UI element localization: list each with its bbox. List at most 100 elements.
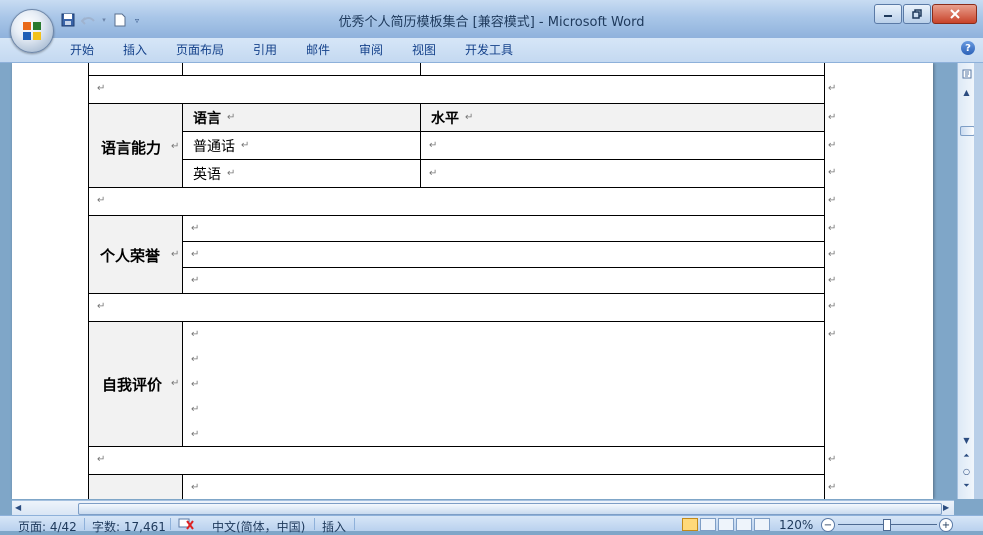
tab-developer[interactable]: 开发工具 — [465, 41, 513, 58]
language-ability-label-cell[interactable]: 语言能力 ↵ — [88, 103, 183, 188]
end-of-row-mark: ↵ — [828, 112, 837, 123]
paragraph-mark: ↵ — [191, 223, 200, 234]
tab-references[interactable]: 引用 — [253, 41, 277, 58]
status-divider — [354, 518, 355, 530]
outline-view-icon[interactable] — [736, 518, 752, 531]
table-header-level[interactable]: 水平 ↵ — [420, 103, 825, 132]
end-of-row-mark: ↵ — [828, 454, 837, 465]
horizontal-scroll-thumb[interactable] — [78, 503, 942, 515]
paragraph-mark: ↵ — [191, 379, 200, 390]
window-controls — [874, 4, 977, 24]
table-row[interactable]: ↵ — [182, 241, 825, 268]
office-button-icon — [23, 22, 41, 40]
prev-page-icon[interactable]: ⏶ — [959, 449, 974, 463]
close-icon[interactable] — [932, 4, 977, 24]
end-of-row-mark: ↵ — [828, 329, 837, 340]
window-title: 优秀个人简历模板集合 [兼容模式] - Microsoft Word — [338, 15, 645, 30]
end-of-row-mark: ↵ — [828, 482, 837, 493]
honors-label: 个人荣誉 — [100, 247, 161, 265]
table-row[interactable]: 英语 ↵ — [182, 159, 421, 188]
paragraph-mark: ↵ — [241, 140, 250, 151]
paragraph-mark: ↵ — [97, 301, 106, 312]
minimize-icon[interactable] — [874, 4, 902, 24]
honors-label-cell[interactable]: 个人荣誉 ↵ — [88, 215, 183, 294]
zoom-slider-knob[interactable] — [883, 519, 891, 531]
title-bar: ▾ ▿ 优秀个人简历模板集合 [兼容模式] - Microsoft Word — [0, 0, 983, 38]
self-evaluation-label-cell[interactable]: 自我评价 ↵ — [88, 321, 183, 447]
vertical-scrollbar[interactable]: ▲ ▼ ⏶ ○ ⏷ — [957, 63, 975, 499]
horizontal-scrollbar[interactable]: ◀ ▶ — [12, 500, 954, 516]
end-of-row-mark: ↵ — [828, 195, 837, 206]
paragraph-mark: ↵ — [429, 140, 438, 151]
table-row[interactable]: ↵ — [420, 131, 825, 160]
table-row[interactable]: ↵ — [182, 215, 825, 242]
document-area: ↵ ↵ 语言能力 ↵ 语言 ↵ 水平 ↵ ↵ 普通话 ↵ ↵ ↵ 英语 ↵ ↵ … — [0, 63, 957, 499]
paragraph-mark: ↵ — [429, 168, 438, 179]
self-evaluation-label: 自我评价 — [102, 376, 163, 394]
spacer-row[interactable]: ↵ — [88, 446, 825, 475]
scroll-down-icon[interactable]: ▼ — [959, 433, 974, 447]
scroll-up-icon[interactable]: ▲ — [959, 85, 974, 99]
paragraph-mark: ↵ — [191, 249, 200, 260]
end-of-row-mark: ↵ — [828, 249, 837, 260]
table-row[interactable]: 普通话 ↵ — [182, 131, 421, 160]
paragraph-mark: ↵ — [171, 378, 180, 389]
paragraph-mark: ↵ — [97, 454, 106, 465]
table-row[interactable]: ↵ — [182, 474, 825, 499]
paragraph-mark: ↵ — [227, 112, 236, 123]
end-of-row-mark: ↵ — [828, 301, 837, 312]
ruler-toggle-icon[interactable] — [959, 67, 974, 81]
paragraph-mark: ↵ — [227, 168, 236, 179]
insert-mode-indicator[interactable]: 插入 — [322, 518, 346, 535]
paragraph-mark: ↵ — [191, 404, 200, 415]
tab-mailings[interactable]: 邮件 — [306, 41, 330, 58]
header-language-text: 语言 — [193, 111, 221, 127]
tab-home[interactable]: 开始 — [70, 41, 94, 58]
end-of-row-mark: ↵ — [828, 167, 837, 178]
scroll-left-icon[interactable]: ◀ — [15, 503, 21, 512]
help-icon[interactable]: ? — [961, 41, 975, 55]
browse-object-icon[interactable]: ○ — [959, 464, 974, 478]
print-layout-view-icon[interactable] — [682, 518, 698, 531]
window-edge — [974, 63, 983, 499]
language-indicator[interactable]: 中文(简体，中国) — [212, 518, 305, 535]
table-row[interactable]: ↵ — [182, 267, 825, 294]
table-row[interactable]: ↵ — [420, 159, 825, 188]
paragraph-mark: ↵ — [465, 112, 474, 123]
paragraph-mark: ↵ — [191, 429, 200, 440]
status-divider — [314, 518, 315, 530]
paragraph-mark: ↵ — [191, 354, 200, 365]
proofing-error-icon[interactable] — [178, 518, 194, 533]
scroll-thumb[interactable] — [960, 126, 975, 136]
spacer-row[interactable]: ↵ — [88, 187, 825, 216]
language-cell: 英语 — [193, 167, 221, 183]
self-evaluation-content-cell[interactable]: ↵ ↵ ↵ ↵ ↵ — [182, 321, 825, 447]
page-indicator[interactable]: 页面: 4/42 — [18, 518, 77, 535]
status-divider — [170, 518, 171, 530]
web-layout-view-icon[interactable] — [718, 518, 734, 531]
header-level-text: 水平 — [431, 111, 459, 127]
table-cell[interactable] — [88, 474, 183, 499]
tab-insert[interactable]: 插入 — [123, 41, 147, 58]
scroll-right-icon[interactable]: ▶ — [943, 503, 949, 512]
paragraph-mark: ↵ — [97, 195, 106, 206]
status-divider — [84, 518, 85, 530]
table-header-language[interactable]: 语言 ↵ — [182, 103, 421, 132]
tab-view[interactable]: 视图 — [412, 41, 436, 58]
full-screen-reading-view-icon[interactable] — [700, 518, 716, 531]
end-of-row-mark: ↵ — [828, 83, 837, 94]
spacer-row[interactable]: ↵ — [88, 293, 825, 322]
next-page-icon[interactable]: ⏷ — [959, 479, 974, 493]
ribbon-tabs: 开始 插入 页面布局 引用 邮件 审阅 视图 开发工具 ? — [0, 38, 983, 63]
word-count[interactable]: 字数: 17,461 — [92, 518, 166, 535]
restore-icon[interactable] — [903, 4, 931, 24]
office-button[interactable] — [10, 9, 54, 53]
tab-page-layout[interactable]: 页面布局 — [176, 41, 224, 58]
document-page[interactable]: ↵ ↵ 语言能力 ↵ 语言 ↵ 水平 ↵ ↵ 普通话 ↵ ↵ ↵ 英语 ↵ ↵ … — [12, 63, 933, 499]
paragraph-mark: ↵ — [191, 329, 200, 340]
draft-view-icon[interactable] — [754, 518, 770, 531]
language-ability-label: 语言能力 — [101, 139, 162, 157]
paragraph-mark: ↵ — [191, 482, 200, 493]
spacer-row[interactable]: ↵ — [88, 75, 825, 104]
tab-review[interactable]: 审阅 — [359, 41, 383, 58]
